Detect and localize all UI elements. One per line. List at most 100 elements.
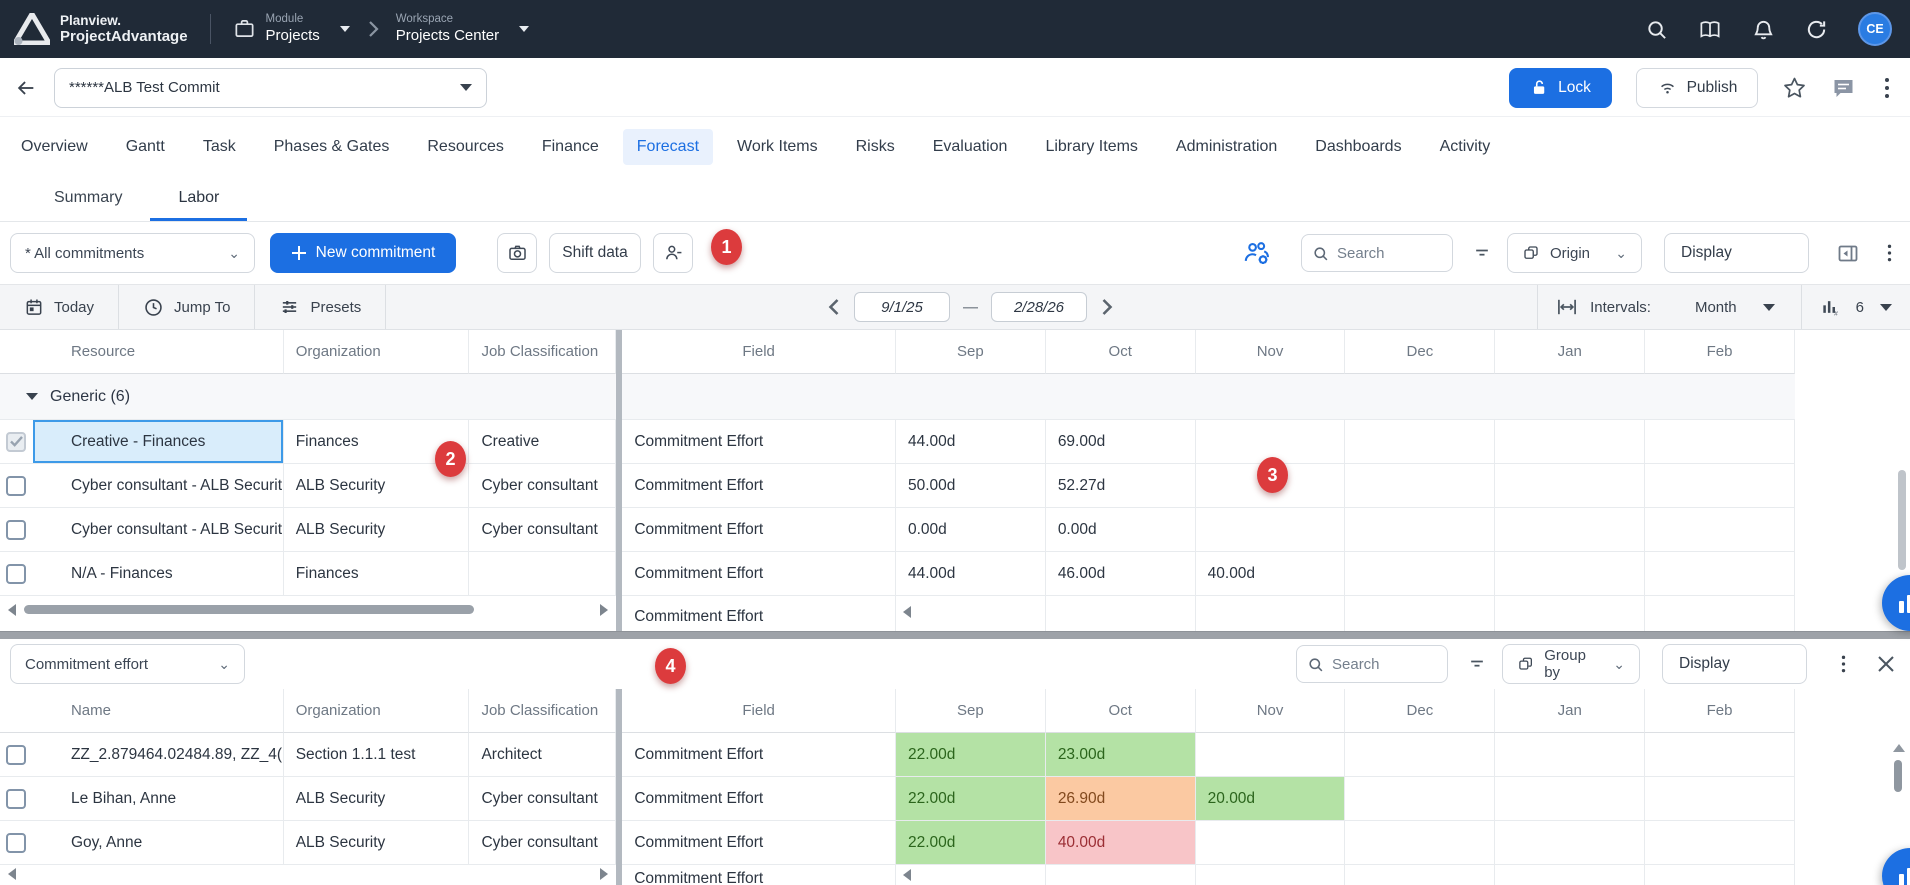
row-checkbox[interactable] — [6, 745, 26, 765]
lock-button[interactable]: Lock — [1509, 68, 1612, 108]
panel-splitter[interactable] — [0, 631, 1910, 639]
previous-period-button[interactable] — [828, 298, 841, 316]
upper-values-scroll-left-icon[interactable] — [903, 606, 911, 618]
value-cell[interactable]: 0.00d — [896, 508, 1046, 552]
resource-name-cell[interactable]: Le Bihan, Anne — [33, 777, 284, 821]
scroll-up-arrow-icon[interactable] — [1893, 744, 1905, 752]
value-cell[interactable] — [1645, 552, 1795, 596]
tab-risks[interactable]: Risks — [842, 129, 909, 165]
scroll-right-arrow-icon[interactable] — [600, 868, 608, 880]
group-by-select[interactable]: Group by ⌄ — [1502, 644, 1640, 684]
end-date-input[interactable]: 2/28/26 — [991, 292, 1087, 322]
presets-button[interactable]: Presets — [255, 285, 385, 329]
back-button[interactable] — [14, 77, 38, 99]
scrollbar-thumb[interactable] — [24, 605, 474, 614]
tab-gantt[interactable]: Gantt — [112, 129, 179, 165]
lower-vertical-scrollbar[interactable] — [1894, 760, 1902, 792]
job-classification-cell[interactable]: Cyber consultant — [469, 777, 616, 821]
field-cell[interactable]: Commitment Effort — [622, 777, 896, 821]
comments-button[interactable] — [1831, 76, 1856, 100]
new-commitment-button[interactable]: New commitment — [270, 233, 456, 273]
job-classification-cell[interactable]: Creative — [469, 420, 616, 464]
lower-values-scroll-left-icon[interactable] — [903, 869, 911, 881]
search-input[interactable] — [1337, 245, 1437, 262]
value-cell[interactable]: 44.00d — [896, 420, 1046, 464]
value-cell[interactable] — [1345, 420, 1495, 464]
scroll-left-arrow-icon[interactable] — [8, 604, 16, 616]
refresh-button[interactable] — [1805, 18, 1828, 41]
commitments-filter-select[interactable]: * All commitments ⌄ — [10, 233, 255, 273]
job-classification-cell[interactable]: Architect — [469, 733, 616, 777]
tab-forecast[interactable]: Forecast — [623, 129, 713, 165]
value-cell[interactable]: 0.00d — [1046, 508, 1196, 552]
field-cell[interactable]: Commitment Effort — [622, 596, 896, 631]
resource-settings-button[interactable] — [1242, 240, 1273, 267]
resource-name-cell[interactable]: ZZ_2.879464.02484.89, ZZ_4( — [33, 733, 284, 777]
interval-unit-select[interactable]: Month — [1695, 299, 1775, 316]
resource-name-cell[interactable]: Cyber consultant - ALB Securit — [33, 464, 284, 508]
tab-evaluation[interactable]: Evaluation — [919, 129, 1022, 165]
value-cell[interactable] — [1495, 552, 1645, 596]
collapse-panel-button[interactable] — [1835, 241, 1861, 265]
today-button[interactable]: Today — [0, 285, 118, 329]
job-classification-cell[interactable] — [469, 552, 616, 596]
value-cell[interactable]: 40.00d — [1196, 552, 1346, 596]
value-cell[interactable] — [1645, 508, 1795, 552]
row-checkbox[interactable] — [6, 432, 26, 452]
value-cell[interactable] — [1645, 596, 1795, 631]
organization-cell[interactable]: ALB Security — [284, 821, 470, 865]
value-cell[interactable] — [1046, 596, 1196, 631]
job-classification-cell[interactable]: Cyber consultant — [469, 464, 616, 508]
field-cell[interactable]: Commitment Effort — [622, 733, 896, 777]
row-checkbox[interactable] — [6, 789, 26, 809]
value-cell[interactable] — [1495, 777, 1645, 821]
origin-select[interactable]: Origin ⌄ — [1507, 233, 1642, 273]
workspace-switcher[interactable]: Workspace Projects Center — [396, 13, 529, 45]
next-period-button[interactable] — [1100, 298, 1113, 316]
display-button[interactable]: Display — [1664, 233, 1809, 273]
start-date-input[interactable]: 9/1/25 — [854, 292, 950, 322]
value-cell[interactable] — [1345, 508, 1495, 552]
job-classification-cell[interactable]: Cyber consultant — [469, 508, 616, 552]
interval-count-select[interactable]: # 6 — [1820, 297, 1910, 317]
value-cell[interactable] — [1345, 552, 1495, 596]
user-avatar[interactable]: CE — [1858, 12, 1892, 46]
value-cell[interactable] — [1345, 733, 1495, 777]
panel-more-button[interactable] — [1837, 650, 1850, 678]
resource-name-cell[interactable]: Creative - Finances — [33, 420, 284, 464]
value-cell[interactable]: 44.00d — [896, 552, 1046, 596]
module-switcher[interactable]: Module Projects — [233, 13, 350, 45]
value-cell[interactable] — [1495, 596, 1645, 631]
job-classification-cell[interactable]: Cyber consultant — [469, 821, 616, 865]
field-cell[interactable]: Commitment Effort — [622, 464, 896, 508]
value-cell[interactable] — [1645, 865, 1795, 885]
value-cell[interactable] — [1345, 596, 1495, 631]
value-cell[interactable]: 22.00d — [896, 777, 1046, 821]
value-cell[interactable] — [896, 596, 1046, 631]
group-row[interactable]: Generic (6) — [0, 374, 1795, 420]
value-cell[interactable]: 26.90d — [1046, 777, 1196, 821]
value-cell[interactable] — [1495, 821, 1645, 865]
value-cell[interactable]: 20.00d — [1196, 777, 1346, 821]
resource-name-cell[interactable]: Goy, Anne — [33, 821, 284, 865]
tab-overview[interactable]: Overview — [7, 129, 102, 165]
field-cell[interactable]: Commitment Effort — [622, 508, 896, 552]
tab-activity[interactable]: Activity — [1426, 129, 1505, 165]
field-cell[interactable]: Commitment Effort — [622, 865, 896, 885]
value-cell[interactable] — [1196, 865, 1346, 885]
value-cell[interactable] — [1345, 865, 1495, 885]
value-cell[interactable] — [1196, 733, 1346, 777]
tab-work-items[interactable]: Work Items — [723, 129, 832, 165]
capacity-view-select[interactable]: Commitment effort ⌄ — [10, 644, 245, 684]
field-cell[interactable]: Commitment Effort — [622, 552, 896, 596]
publish-button[interactable]: Publish — [1636, 68, 1758, 108]
filter-button[interactable] — [1471, 243, 1493, 263]
close-panel-button[interactable] — [1876, 654, 1896, 674]
organization-cell[interactable]: Section 1.1.1 test — [284, 733, 470, 777]
snapshot-button[interactable] — [497, 233, 537, 273]
value-cell[interactable]: 52.27d — [1046, 464, 1196, 508]
remove-assignment-button[interactable] — [653, 233, 693, 273]
value-cell[interactable] — [1495, 733, 1645, 777]
resource-name-cell[interactable]: N/A - Finances — [33, 552, 284, 596]
more-actions-button[interactable] — [1880, 73, 1894, 103]
